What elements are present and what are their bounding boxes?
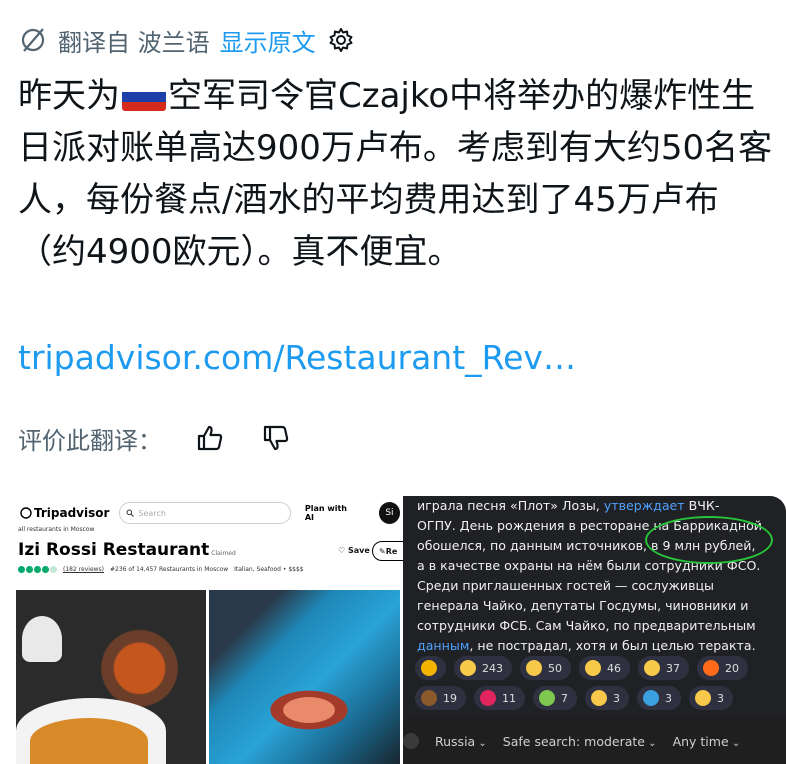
search-filters-bar: Russia Safe search: moderate Any time bbox=[403, 718, 786, 764]
reaction-pill[interactable]: 3 bbox=[689, 686, 733, 710]
news-screenshot[interactable]: играла песня «Плот» Лозы, утверждает ВЧК… bbox=[403, 496, 786, 764]
translation-header: 翻译自 波兰语 显示原文 bbox=[18, 18, 356, 62]
grin-icon bbox=[460, 660, 476, 676]
plan-with-ai: Plan with AI bbox=[304, 504, 347, 522]
russia-flag-icon bbox=[122, 83, 166, 111]
reaction-count: 3 bbox=[613, 691, 620, 705]
breadcrumb: all restaurants in Moscow bbox=[18, 526, 95, 533]
handshake-icon bbox=[591, 690, 607, 706]
reaction-pill[interactable]: 11 bbox=[474, 686, 525, 710]
reaction-pill[interactable]: 3 bbox=[637, 686, 681, 710]
tripadvisor-search: Search bbox=[119, 502, 291, 524]
rate-translation-label: 评价此翻译： bbox=[18, 426, 162, 455]
search-icon bbox=[126, 509, 135, 517]
safe-search-filter: Safe search: moderate bbox=[503, 734, 657, 749]
reaction-pill[interactable]: 46 bbox=[579, 656, 630, 680]
reactions-row: 243 50 46 37 20 19 11 7 3 3 3 bbox=[415, 656, 775, 710]
gear-icon[interactable] bbox=[326, 25, 356, 55]
restaurant-title: Izi Rossi Restaurant Claimed bbox=[18, 540, 236, 560]
reaction-count: 19 bbox=[443, 691, 457, 705]
reaction-count: 46 bbox=[607, 661, 621, 675]
food-photo bbox=[16, 590, 206, 764]
show-original-link[interactable]: 显示原文 bbox=[220, 23, 316, 58]
attached-media[interactable]: Tripadvisor Search Plan with AI Si all r… bbox=[16, 496, 786, 764]
save-button: ♡ Save bbox=[338, 546, 370, 555]
tripadvisor-logo: Tripadvisor bbox=[20, 506, 109, 520]
rating-dots-icon bbox=[18, 566, 57, 573]
post-text: 昨天为 空军司令官Czajko中将举办的爆炸性生日派对账单高达900万卢布。考虑到… bbox=[18, 70, 783, 278]
time-filter: Any time bbox=[673, 734, 741, 749]
reaction-pill[interactable]: 243 bbox=[454, 656, 512, 680]
post-text-start: 昨天为 bbox=[18, 76, 120, 116]
reaction-count: 37 bbox=[666, 661, 680, 675]
reaction-count: 3 bbox=[717, 691, 724, 705]
translate-icon bbox=[18, 25, 48, 55]
reaction-pill[interactable] bbox=[415, 656, 446, 680]
reaction-count: 3 bbox=[665, 691, 672, 705]
reaction-pill[interactable]: 20 bbox=[697, 656, 748, 680]
rating-row: (182 reviews) #236 of 14,457 Restaurants… bbox=[18, 566, 304, 573]
fire-icon bbox=[703, 660, 719, 676]
surprise-icon bbox=[526, 660, 542, 676]
reaction-count: 50 bbox=[548, 661, 562, 675]
rate-translation: 评价此翻译： bbox=[18, 420, 294, 456]
thumbs-up-icon bbox=[585, 660, 601, 676]
woozy-icon bbox=[695, 690, 711, 706]
highlight-circle bbox=[645, 516, 773, 564]
reaction-pill[interactable]: 37 bbox=[638, 656, 689, 680]
tripadvisor-screenshot[interactable]: Tripadvisor Search Plan with AI Si all r… bbox=[16, 496, 420, 764]
reaction-pill[interactable]: 3 bbox=[585, 686, 629, 710]
translated-from-label: 翻译自 波兰语 bbox=[58, 28, 210, 57]
thumbs-up-icon[interactable] bbox=[192, 420, 228, 456]
reaction-count: 11 bbox=[502, 691, 516, 705]
toggle-icon bbox=[403, 733, 419, 749]
reaction-count: 20 bbox=[725, 661, 739, 675]
poop-icon bbox=[421, 690, 437, 706]
reaction-count: 7 bbox=[561, 691, 568, 705]
food-photo bbox=[209, 590, 400, 764]
star-icon bbox=[421, 660, 437, 676]
heart-icon bbox=[480, 690, 496, 706]
claimed-badge: Claimed bbox=[211, 550, 236, 557]
region-filter: Russia bbox=[435, 734, 487, 749]
whale-icon bbox=[643, 690, 659, 706]
reaction-pill[interactable]: 19 bbox=[415, 686, 466, 710]
rofl-icon bbox=[644, 660, 660, 676]
thumbs-down-icon[interactable] bbox=[258, 420, 294, 456]
nauseated-icon bbox=[539, 690, 555, 706]
reaction-pill[interactable]: 7 bbox=[533, 686, 577, 710]
tripadvisor-topbar: Tripadvisor Search Plan with AI Si bbox=[16, 496, 400, 530]
reaction-count: 243 bbox=[482, 661, 503, 675]
avatar: Si bbox=[378, 502, 400, 524]
tripadvisor-link[interactable]: tripadvisor.com/Restaurant_Rev… bbox=[18, 338, 576, 377]
reaction-pill[interactable]: 50 bbox=[520, 656, 571, 680]
